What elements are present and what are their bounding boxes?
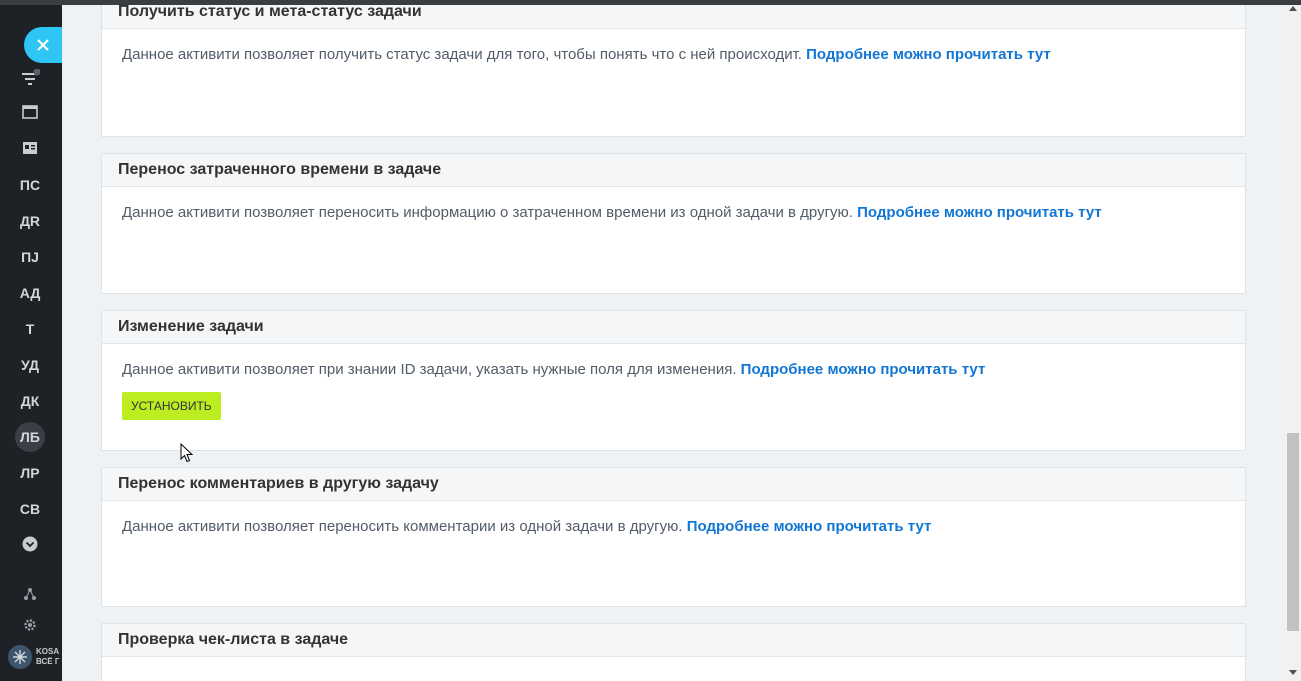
sidebar-item-t[interactable]: Т xyxy=(0,316,60,342)
filter-icon[interactable] xyxy=(0,65,60,91)
card-description: Данное активити позволяет переносить ком… xyxy=(122,518,683,535)
structure-icon[interactable] xyxy=(0,581,60,607)
main-content: Получить статус и мета-статус задачи Дан… xyxy=(62,5,1285,681)
window-icon[interactable] xyxy=(0,99,60,125)
read-more-link[interactable]: Подробнее можно прочитать тут xyxy=(687,518,932,535)
activity-card-transfer-time: Перенос затраченного времени в задаче Да… xyxy=(101,153,1246,294)
card-title: Изменение задачи xyxy=(102,311,1245,344)
card-title: Проверка чек-листа в задаче xyxy=(102,624,1245,657)
activity-card-transfer-comments: Перенос комментариев в другую задачу Дан… xyxy=(101,467,1246,607)
read-more-link[interactable]: Подробнее можно прочитать тут xyxy=(806,46,1051,63)
sidebar-item-lr[interactable]: ЛР xyxy=(0,460,60,486)
card-description: Данное активити позволяет переносить инф… xyxy=(122,204,853,221)
card-description: Данное активити позволяет при знании ID … xyxy=(122,361,737,378)
scroll-down-arrow-icon[interactable] xyxy=(1285,665,1301,681)
install-button[interactable]: УСТАНОВИТЬ xyxy=(122,392,221,420)
avatar: ЛБ xyxy=(15,422,45,452)
vertical-scrollbar[interactable] xyxy=(1285,5,1301,681)
card-title: Перенос затраченного времени в задаче xyxy=(102,154,1245,187)
sidebar-item-ad[interactable]: АД xyxy=(0,280,60,306)
sidebar-item-sv[interactable]: СВ xyxy=(0,496,60,522)
sidebar-item-ud[interactable]: УД xyxy=(0,352,60,378)
close-icon xyxy=(37,39,49,51)
read-more-link[interactable]: Подробнее можно прочитать тут xyxy=(741,361,986,378)
sidebar-item-lb[interactable]: ЛБ xyxy=(0,422,60,452)
contact-card-icon[interactable] xyxy=(0,135,60,161)
card-title: Перенос комментариев в другую задачу xyxy=(102,468,1245,501)
scrollbar-thumb[interactable] xyxy=(1287,433,1299,631)
company-logo[interactable]: KOSA ВСЁ Г xyxy=(8,643,62,671)
sidebar-item-dr[interactable]: ДR xyxy=(0,208,60,234)
window-top-strip xyxy=(0,0,1301,5)
gear-icon[interactable] xyxy=(0,612,60,638)
sidebar-item-dk[interactable]: ДК xyxy=(0,388,60,414)
card-title: Получить статус и мета-статус задачи xyxy=(102,5,1245,29)
left-sidebar: ПС ДR ПJ АД Т УД ДК ЛБ ЛР СВ KOSA ВСЁ Г xyxy=(0,0,62,681)
sidebar-item-pj[interactable]: ПJ xyxy=(0,244,60,270)
logo-text-line1: KOSA xyxy=(36,647,60,656)
read-more-link[interactable]: Подробнее можно прочитать тут xyxy=(857,204,1102,221)
activity-card-checklist: Проверка чек-листа в задаче xyxy=(101,623,1246,681)
mouse-cursor-icon xyxy=(180,442,194,468)
expand-more-icon[interactable] xyxy=(0,531,60,557)
logo-text-line2: ВСЁ Г xyxy=(36,657,60,666)
activity-card-get-status: Получить статус и мета-статус задачи Дан… xyxy=(101,5,1246,137)
sidebar-item-ps[interactable]: ПС xyxy=(0,172,60,198)
logo-mark-icon xyxy=(8,645,32,669)
close-slider-button[interactable] xyxy=(24,27,62,63)
activity-card-edit-task: Изменение задачи Данное активити позволя… xyxy=(101,310,1246,451)
card-description: Данное активити позволяет получить стату… xyxy=(122,46,802,63)
